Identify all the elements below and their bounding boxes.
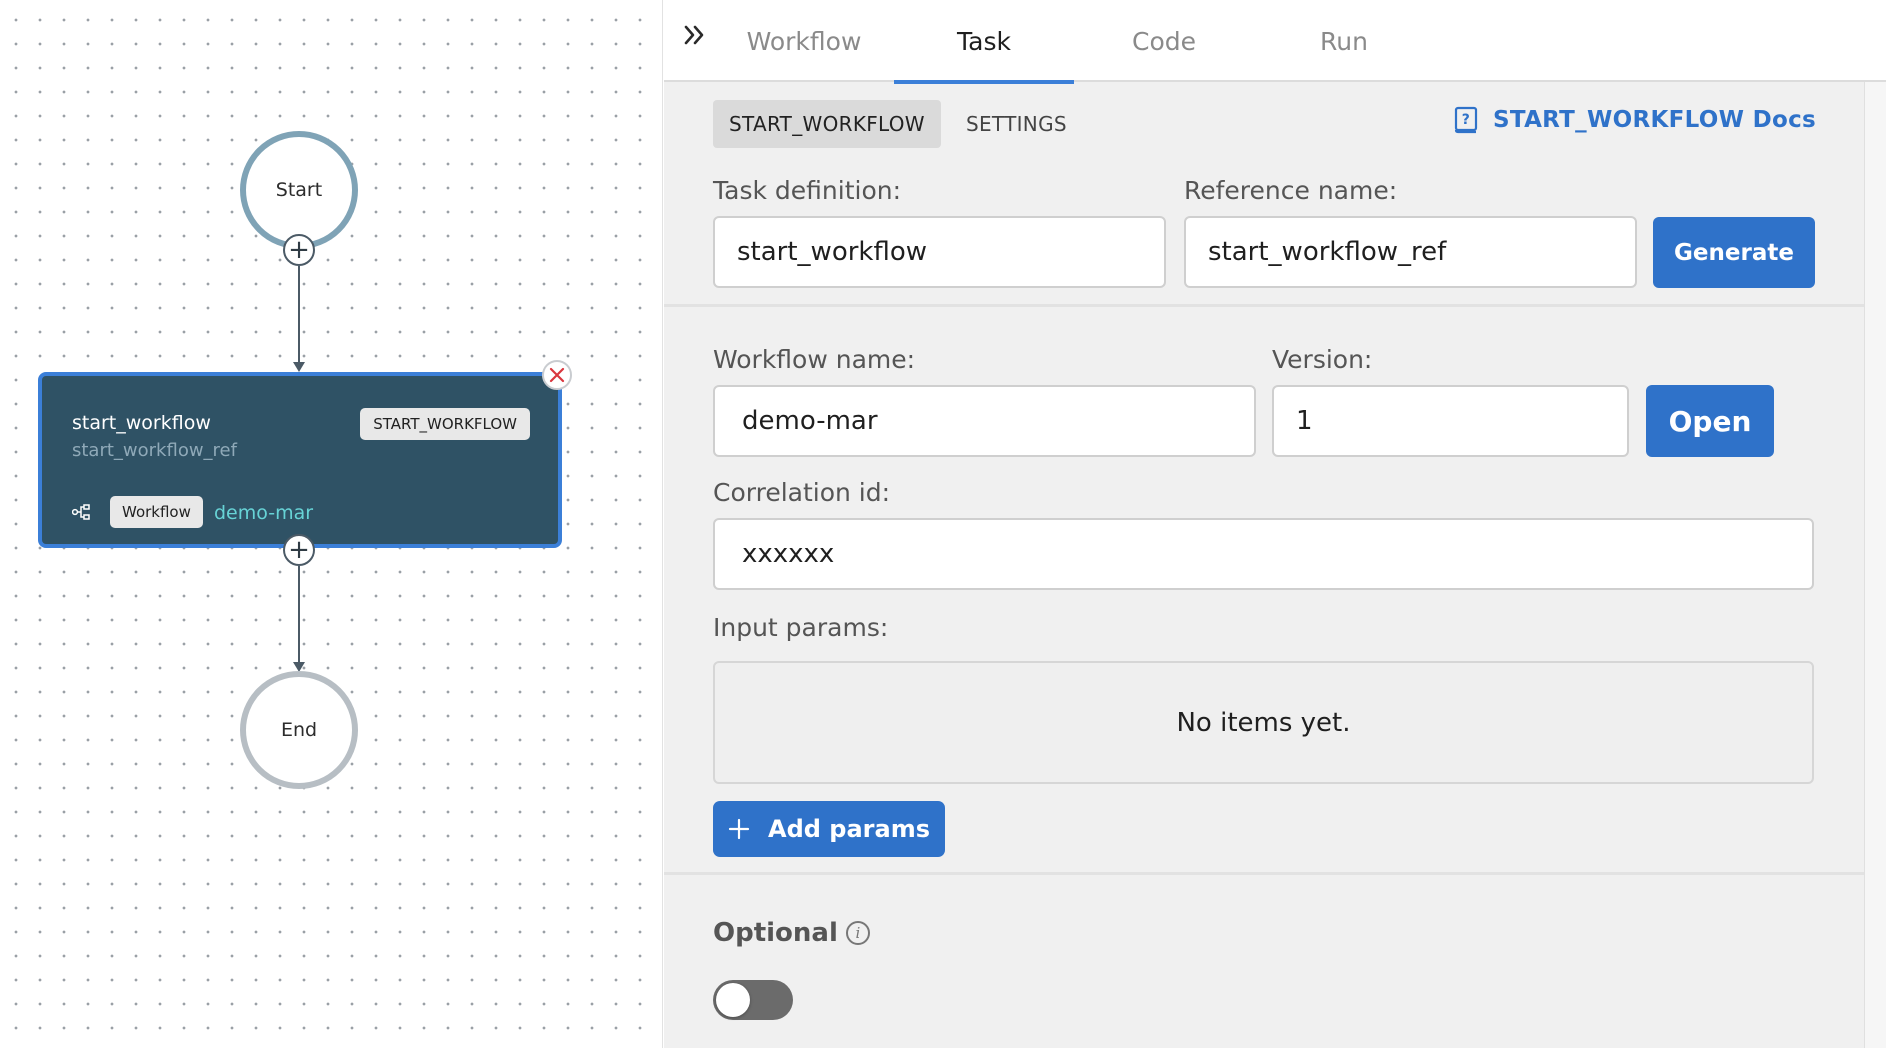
- generate-button[interactable]: Generate: [1653, 217, 1815, 288]
- reference-name-label: Reference name:: [1184, 176, 1398, 205]
- task-definition-input[interactable]: start_workflow: [713, 216, 1166, 288]
- close-icon: [549, 367, 565, 383]
- correlation-id-label: Correlation id:: [713, 478, 891, 507]
- workflow-chip: Workflow: [110, 496, 203, 528]
- edge-task-to-end: [298, 566, 300, 666]
- plus-icon: +: [288, 535, 310, 565]
- task-node-reference: start_workflow_ref: [72, 440, 237, 461]
- tab-task[interactable]: Task: [894, 0, 1074, 84]
- start-node-label: Start: [275, 179, 323, 201]
- task-node-start-workflow[interactable]: start_workflow start_workflow_ref START_…: [38, 372, 562, 548]
- end-node[interactable]: End: [240, 671, 358, 789]
- add-params-button[interactable]: Add params: [713, 801, 945, 857]
- collapse-panel-icon[interactable]: [680, 20, 710, 50]
- reference-name-input[interactable]: start_workflow_ref: [1184, 216, 1637, 288]
- version-input[interactable]: 1: [1272, 385, 1629, 457]
- workflow-name-label: Workflow name:: [713, 345, 916, 374]
- start-node[interactable]: Start: [240, 131, 358, 249]
- optional-label: Optional: [713, 918, 838, 948]
- tab-run[interactable]: Run: [1254, 0, 1434, 82]
- input-params-empty-text: No items yet.: [1176, 707, 1351, 738]
- sub-workflow-icon: [72, 504, 90, 520]
- docs-link[interactable]: ? START_WORKFLOW Docs: [1453, 106, 1816, 134]
- optional-toggle[interactable]: [713, 980, 793, 1020]
- panel-scrollbar[interactable]: [1864, 82, 1886, 1048]
- add-task-button[interactable]: +: [283, 534, 315, 566]
- task-config-panel: Workflow Task Code Run START_WORKFLOW SE…: [664, 0, 1886, 1048]
- docs-link-label: START_WORKFLOW Docs: [1493, 107, 1816, 133]
- open-workflow-button[interactable]: Open: [1646, 385, 1774, 457]
- subtab-start-workflow[interactable]: START_WORKFLOW: [713, 100, 941, 148]
- end-node-label: End: [280, 719, 318, 741]
- workflow-name-input[interactable]: demo-mar: [713, 385, 1256, 457]
- add-params-label: Add params: [768, 815, 930, 843]
- subtab-settings[interactable]: SETTINGS: [950, 100, 1083, 148]
- section-divider: [664, 304, 1864, 307]
- optional-label-row: Optional i: [713, 918, 870, 948]
- add-task-button[interactable]: +: [283, 234, 315, 266]
- tab-workflow[interactable]: Workflow: [714, 0, 894, 82]
- plus-icon: +: [288, 235, 310, 265]
- info-icon[interactable]: i: [845, 921, 870, 945]
- task-node-name: start_workflow: [72, 412, 211, 434]
- remove-task-button[interactable]: [542, 360, 572, 390]
- correlation-id-input[interactable]: xxxxxx: [713, 518, 1814, 590]
- task-definition-label: Task definition:: [713, 176, 902, 205]
- input-params-list: No items yet.: [713, 661, 1814, 784]
- input-params-label: Input params:: [713, 613, 889, 642]
- sub-workflow-name: demo-mar: [214, 502, 314, 524]
- version-label: Version:: [1272, 345, 1373, 374]
- help-book-icon: ?: [1454, 106, 1478, 134]
- svg-text:?: ?: [1462, 112, 1470, 128]
- panel-tabbar: Workflow Task Code Run: [664, 0, 1886, 84]
- arrowhead-icon: [293, 362, 305, 372]
- workflow-canvas[interactable]: Start + start_workflow start_workflow_re…: [0, 0, 663, 1048]
- plus-icon: [728, 818, 750, 840]
- section-divider: [664, 872, 1864, 875]
- edge-start-to-task: [298, 266, 300, 366]
- toggle-knob: [716, 983, 750, 1017]
- task-type-chip: START_WORKFLOW: [360, 408, 530, 440]
- tab-code[interactable]: Code: [1074, 0, 1254, 82]
